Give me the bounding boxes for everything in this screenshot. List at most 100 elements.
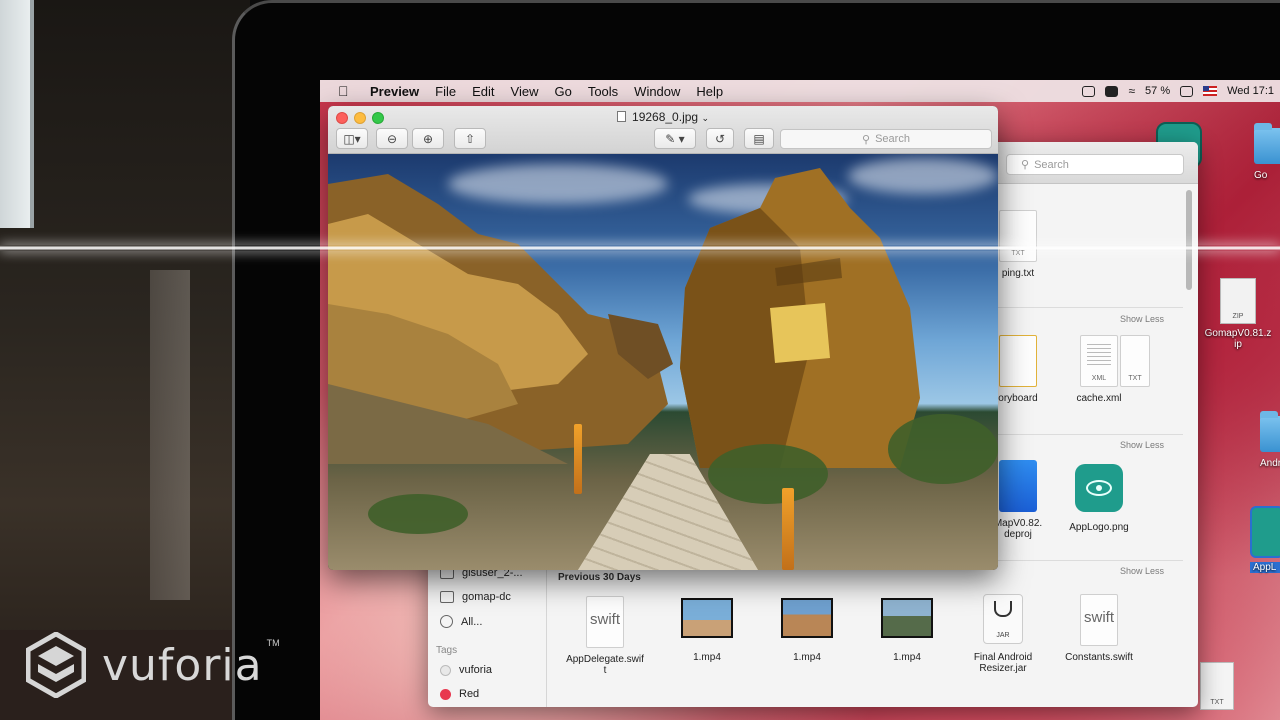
- zip-tag: ZIP: [1232, 313, 1244, 320]
- desktop-folder-label: Go: [1254, 170, 1268, 181]
- scan-line: [0, 245, 1280, 251]
- shrub: [888, 414, 998, 484]
- sidebar-item-all[interactable]: All...: [440, 615, 482, 628]
- txt-file-icon: TXT: [1120, 335, 1150, 387]
- document-icon: [617, 111, 627, 122]
- finder-scrollbar[interactable]: [1184, 186, 1194, 706]
- menu-file[interactable]: File: [435, 84, 456, 99]
- file-type-label: swift: [1084, 609, 1114, 626]
- search-icon: ⚲: [862, 133, 871, 146]
- file-name: Constants.swift: [1065, 652, 1133, 663]
- txt-tag: TXT: [1210, 699, 1224, 706]
- fence-post: [782, 488, 794, 570]
- menu-go[interactable]: Go: [554, 84, 571, 99]
- preview-search-field[interactable]: ⚲ Search: [780, 129, 992, 149]
- file-item[interactable]: 1.mp4: [662, 598, 752, 663]
- file-item[interactable]: 1.mp4: [762, 598, 852, 663]
- folder-icon: [1254, 123, 1280, 164]
- apple-menu-icon[interactable]: : [338, 83, 358, 99]
- menu-clock[interactable]: Wed 17:1: [1227, 85, 1274, 97]
- file-name: AppLogo.png: [1069, 522, 1129, 533]
- photo-canvas[interactable]: [328, 154, 998, 570]
- computer-icon: [440, 591, 454, 603]
- file-item[interactable]: JAR Final Android Resizer.jar: [958, 594, 1048, 674]
- show-less-link[interactable]: Show Less: [1120, 440, 1164, 450]
- file-item[interactable]: AppLogo.png: [1054, 464, 1144, 533]
- menu-help[interactable]: Help: [696, 84, 723, 99]
- status-check-icon[interactable]: [1082, 85, 1096, 97]
- section-divider: [998, 307, 1183, 308]
- file-type-tag: JAR: [996, 632, 1010, 639]
- video-thumbnail: [681, 598, 733, 638]
- file-item[interactable]: swift AppDelegate.swif t: [560, 596, 650, 676]
- menu-tools[interactable]: Tools: [588, 84, 618, 99]
- desktop-folder-android[interactable]: Andr: [1260, 411, 1280, 469]
- rocky-cliffs: [328, 174, 673, 464]
- sidebar-item-gomap-dc[interactable]: gomap-dc: [440, 591, 511, 603]
- pen-icon: ✎ ▾: [665, 131, 685, 146]
- chevron-down-icon: ⌄: [701, 113, 709, 123]
- show-less-link[interactable]: Show Less: [1120, 566, 1164, 576]
- fence-post: [574, 424, 582, 494]
- desktop-file-label: AppL: [1250, 562, 1280, 573]
- sidebar-item-label: vuforia: [459, 664, 493, 676]
- sidebar-tag-vuforia[interactable]: vuforia: [440, 664, 492, 676]
- rotate-button[interactable]: ↺: [706, 128, 734, 149]
- file-item[interactable]: swift Constants.swift: [1054, 594, 1144, 663]
- zoom-out-button[interactable]: ⊖: [376, 128, 408, 149]
- status-display-icon[interactable]: [1105, 85, 1119, 97]
- share-button[interactable]: ⇧: [454, 128, 486, 149]
- menu-view[interactable]: View: [511, 84, 539, 99]
- window-title-text: 19268_0.jpg: [632, 110, 699, 124]
- shrub: [708, 444, 828, 504]
- file-name: 1.mp4: [893, 652, 921, 663]
- finder-search-field[interactable]: ⚲ Search: [1006, 154, 1184, 175]
- room-background: [0, 0, 250, 720]
- app-logo-icon: [1075, 464, 1123, 512]
- app-logo-icon: [1250, 506, 1280, 558]
- scrollbar-thumb[interactable]: [1186, 190, 1192, 290]
- wifi-icon[interactable]: ≈: [1128, 84, 1135, 98]
- desktop-zip-file[interactable]: ZIP GomapV0.81.z ip: [1196, 278, 1280, 350]
- markup-pen-button[interactable]: ✎ ▾: [654, 128, 696, 149]
- rotate-icon: ↺: [714, 131, 726, 146]
- laptop-screen:  Preview File Edit View Go Tools Window…: [320, 80, 1280, 720]
- zip-file-icon: ZIP: [1220, 278, 1256, 324]
- sidebar-item-label: All...: [461, 615, 483, 628]
- file-name: AppDelegate.swif t: [566, 654, 644, 676]
- menu-bar:  Preview File Edit View Go Tools Window…: [320, 80, 1280, 102]
- tag-color-dot: [440, 664, 451, 676]
- secondary-monitor-edge: [0, 0, 34, 228]
- sidebar-toggle-button[interactable]: ◫▾: [336, 128, 368, 149]
- txt-file-icon: TXT: [999, 210, 1037, 262]
- file-item[interactable]: TXT: [1110, 335, 1160, 387]
- sidebar-item-label: Red: [459, 688, 480, 700]
- desktop-txt-file[interactable]: TXT: [1200, 662, 1234, 710]
- vuforia-logo-icon: [26, 632, 86, 698]
- sidebar-item-label: gomap-dc: [462, 591, 511, 603]
- input-source-flag-icon[interactable]: [1203, 86, 1218, 96]
- status-menus: ≈ 57 % Wed 17:1: [1082, 80, 1280, 102]
- inscribed-boulder: [680, 168, 920, 468]
- menu-app-name[interactable]: Preview: [370, 84, 419, 99]
- network-globe-icon: [440, 615, 453, 628]
- desktop-folder-go[interactable]: Go: [1254, 123, 1280, 181]
- window-title[interactable]: 19268_0.jpg ⌄: [328, 110, 998, 124]
- file-item[interactable]: 1.mp4: [862, 598, 952, 663]
- java-jar-icon: JAR: [983, 594, 1023, 644]
- menu-window[interactable]: Window: [634, 84, 680, 99]
- vuforia-watermark: vuforia TM: [26, 632, 280, 698]
- battery-icon[interactable]: [1180, 85, 1194, 97]
- zoom-in-button[interactable]: ⊕: [412, 128, 444, 149]
- toolbox-icon: ▤: [753, 131, 765, 146]
- desktop-applogo-file[interactable]: AppL: [1250, 506, 1280, 573]
- sidebar-tag-red[interactable]: Red: [440, 688, 479, 700]
- menu-edit[interactable]: Edit: [472, 84, 494, 99]
- show-less-link[interactable]: Show Less: [1120, 314, 1164, 324]
- toolbox-button[interactable]: ▤: [744, 128, 774, 149]
- swift-file-icon: swift: [1080, 594, 1118, 646]
- swift-file-icon: swift: [586, 596, 624, 648]
- shrub: [368, 494, 468, 534]
- battery-percent[interactable]: 57 %: [1145, 85, 1170, 97]
- file-name: 1.mp4: [693, 652, 721, 663]
